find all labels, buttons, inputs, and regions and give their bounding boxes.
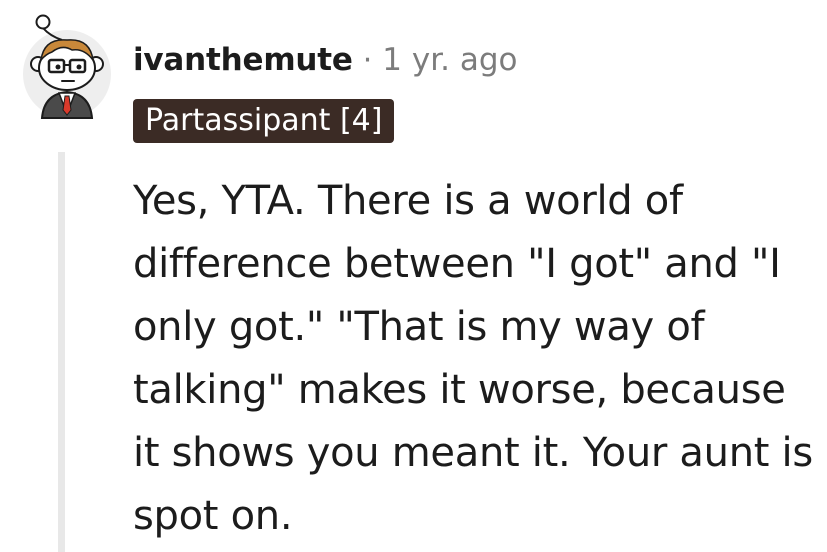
thread-line[interactable]: [58, 152, 65, 552]
user-avatar[interactable]: [22, 14, 112, 128]
meta-separator: ·: [362, 42, 373, 78]
comment-timestamp[interactable]: 1 yr. ago: [382, 42, 517, 78]
comment-body: Yes, YTA. There is a world of difference…: [133, 178, 813, 539]
user-flair: Partassipant [4]: [133, 99, 395, 143]
comment-meta: ivanthemute · 1 yr. ago: [133, 38, 517, 82]
author-username[interactable]: ivanthemute: [133, 42, 353, 78]
snoo-avatar-icon: [23, 14, 111, 119]
